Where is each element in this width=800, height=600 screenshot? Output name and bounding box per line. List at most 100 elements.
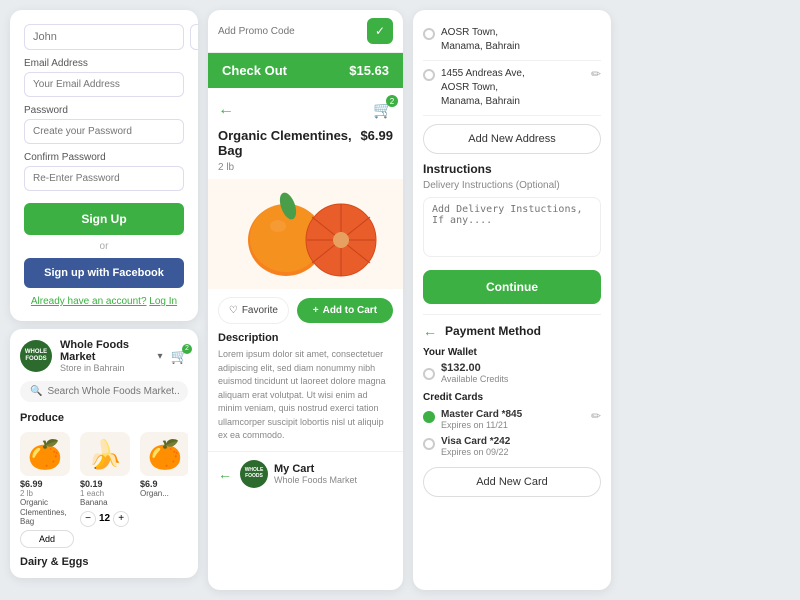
payment-section: ← Payment Method Your Wallet $132.00 Ava… — [423, 314, 601, 497]
address-radio-2[interactable] — [423, 69, 435, 81]
add-product-1-button[interactable]: Add — [20, 530, 74, 548]
confirm-label: Confirm Password — [24, 152, 184, 163]
add-to-cart-label: Add to Cart — [323, 305, 377, 316]
address-item-2: 1455 Andreas Ave,AOSR Town,Manama, Bahra… — [423, 61, 601, 116]
product-qty-2: 1 each — [80, 489, 134, 498]
continue-button[interactable]: Continue — [423, 270, 601, 304]
product-cart-icon[interactable]: 🛒 2 — [373, 100, 393, 120]
product-image-main — [208, 179, 403, 289]
add-card-button[interactable]: Add New Card — [423, 467, 601, 497]
checkout-bar[interactable]: Check Out $15.63 — [208, 53, 403, 88]
instructions-sub: Delivery Instructions (Optional) — [423, 180, 601, 191]
qty-control-2: − 12 + — [80, 511, 134, 527]
my-cart-store: WHOLEFOODS My Cart Whole Foods Market — [240, 460, 357, 488]
product-image-1: 🍊 — [20, 432, 70, 476]
qty-minus-button[interactable]: − — [80, 511, 96, 527]
product-name-2: Banana — [80, 498, 134, 508]
wallet-amount: $132.00 — [441, 362, 508, 374]
action-row: ♡ Favorite + Add to Cart — [208, 289, 403, 332]
orange2-icon: 🍊 — [148, 438, 183, 471]
add-to-cart-button[interactable]: + Add to Cart — [297, 298, 393, 323]
product-name-1: Organic Clementines, Bag — [20, 498, 74, 527]
wallet-radio[interactable] — [423, 368, 435, 380]
my-cart-section: ← WHOLEFOODS My Cart Whole Foods Market — [208, 451, 403, 496]
plus-icon: + — [313, 305, 319, 316]
product-title: Organic Clementines, Bag — [218, 128, 360, 158]
store-cart-badge: 2 — [182, 344, 192, 354]
my-cart-title: My Cart — [274, 463, 357, 475]
delivery-panel: AOSR Town,Manama, Bahrain 1455 Andreas A… — [413, 10, 611, 590]
password-label: Password — [24, 105, 184, 116]
product-weight: 2 lb — [208, 162, 403, 179]
product-panel: ✓ Check Out $15.63 ← 🛒 2 Organic Clement… — [208, 10, 403, 590]
qty-value: 12 — [99, 513, 110, 524]
first-name-input[interactable] — [24, 24, 184, 50]
login-prompt: Already have an account? Log In — [24, 296, 184, 307]
login-link[interactable]: Log In — [149, 296, 177, 307]
orange-illustration — [226, 182, 386, 287]
address-radio-1[interactable] — [423, 28, 435, 40]
promo-bar: ✓ — [208, 10, 403, 53]
wallet-row: $132.00 Available Credits — [423, 362, 601, 384]
store-cart-icon[interactable]: 🛒 2 — [171, 348, 188, 365]
dairy-label: Dairy & Eggs — [20, 556, 188, 568]
favorite-label: Favorite — [242, 305, 278, 316]
instructions-textarea[interactable] — [423, 197, 601, 257]
store-search-input[interactable] — [47, 386, 179, 397]
email-input[interactable] — [24, 72, 184, 97]
payment-title: Payment Method — [445, 324, 541, 338]
card-radio-1[interactable] — [423, 411, 435, 423]
card-expire-2: Expires on 09/22 — [441, 447, 601, 457]
wallet-label: Your Wallet — [423, 347, 601, 358]
promo-input[interactable] — [218, 26, 361, 37]
product-qty-1: 2 lb — [20, 489, 74, 498]
favorite-button[interactable]: ♡ Favorite — [218, 297, 289, 324]
description-title: Description — [218, 332, 393, 344]
password-input[interactable] — [24, 119, 184, 144]
store-chevron-icon: ▾ — [158, 351, 163, 362]
orange-icon: 🍊 — [28, 438, 63, 471]
payment-back-arrow[interactable]: ← — [423, 323, 437, 339]
description-text: Lorem ipsum dolor sit amet, consectetuer… — [218, 348, 393, 443]
checkout-price: $15.63 — [349, 63, 389, 78]
card-edit-icon-1[interactable]: ✏ — [591, 409, 601, 423]
credit-label: Credit Cards — [423, 392, 601, 403]
signup-button[interactable]: Sign Up — [24, 203, 184, 235]
confirm-input[interactable] — [24, 166, 184, 191]
last-name-input[interactable] — [190, 24, 198, 50]
wallet-section: Your Wallet $132.00 Available Credits — [423, 347, 601, 384]
product-back-arrow[interactable]: ← — [218, 101, 234, 119]
product-card-3: 🍊 $6.9 Organ... — [140, 432, 188, 548]
my-cart-store-logo: WHOLEFOODS — [240, 460, 268, 488]
card-name-2: Visa Card *242 — [441, 436, 601, 447]
store-name: Whole Foods Market — [60, 339, 150, 363]
instructions-title: Instructions — [423, 162, 601, 176]
card-name-1: Master Card *845 — [441, 409, 585, 420]
product-title-row: Organic Clementines, Bag $6.99 — [208, 128, 403, 162]
heart-icon: ♡ — [229, 305, 238, 316]
product-price-main: $6.99 — [360, 128, 393, 143]
my-cart-back-arrow[interactable]: ← — [218, 466, 232, 482]
product-nav: ← 🛒 2 — [208, 92, 403, 128]
product-price-3: $6.9 — [140, 479, 188, 489]
search-icon: 🔍 — [30, 386, 42, 397]
or-divider: or — [24, 241, 184, 252]
description-section: Description Lorem ipsum dolor sit amet, … — [208, 332, 403, 451]
product-card-2: 🍌 $0.19 1 each Banana − 12 + — [80, 432, 134, 548]
promo-check-icon[interactable]: ✓ — [367, 18, 393, 44]
product-price-1: $6.99 — [20, 479, 74, 489]
address-item-1: AOSR Town,Manama, Bahrain — [423, 20, 601, 61]
product-card-1: 🍊 $6.99 2 lb Organic Clementines, Bag Ad… — [20, 432, 74, 548]
qty-plus-button[interactable]: + — [113, 511, 129, 527]
address-edit-icon[interactable]: ✏ — [591, 67, 601, 81]
product-cart-badge: 2 — [386, 95, 398, 107]
card-row-1: Master Card *845 Expires on 11/21 ✏ — [423, 409, 601, 430]
card-expire-1: Expires on 11/21 — [441, 420, 585, 430]
facebook-signup-button[interactable]: Sign up with Facebook — [24, 258, 184, 288]
add-address-button[interactable]: Add New Address — [423, 124, 601, 154]
card-radio-2[interactable] — [423, 438, 435, 450]
wallet-sub: Available Credits — [441, 374, 508, 384]
produce-label: Produce — [20, 412, 188, 424]
email-label: Email Address — [24, 58, 184, 69]
product-name-3: Organ... — [140, 489, 188, 499]
